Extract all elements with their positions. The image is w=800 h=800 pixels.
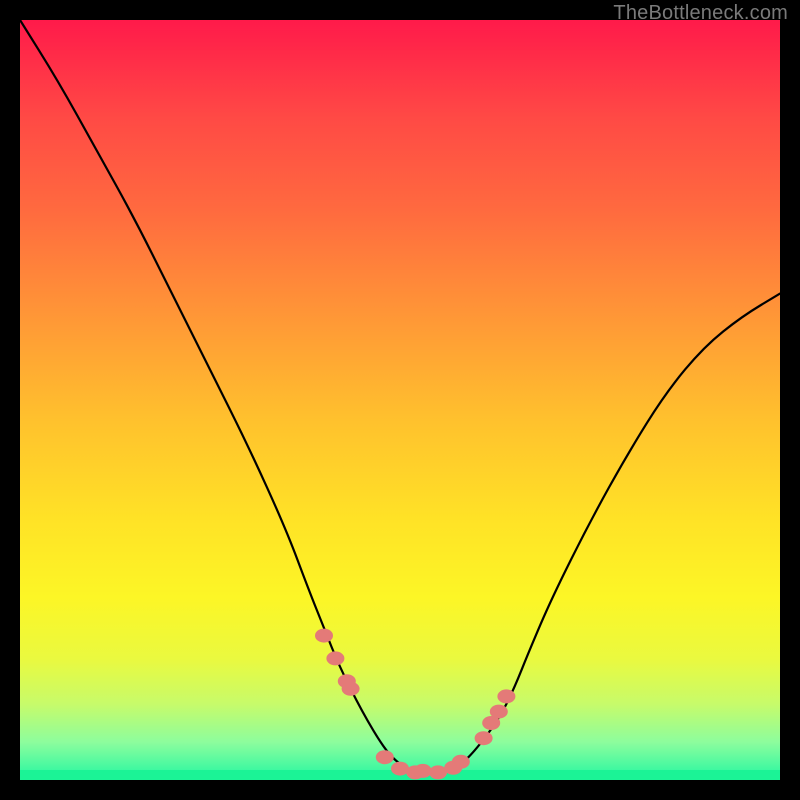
watermark-text: TheBottleneck.com	[613, 2, 788, 25]
chart-marker	[326, 651, 344, 665]
chart-plot-area	[20, 20, 780, 780]
chart-marker	[497, 689, 515, 703]
chart-marker	[414, 764, 432, 778]
bottleneck-curve	[20, 20, 780, 772]
chart-marker	[342, 682, 360, 696]
chart-marker	[391, 762, 409, 776]
chart-marker	[475, 731, 493, 745]
chart-svg	[20, 20, 780, 780]
chart-marker	[376, 750, 394, 764]
chart-markers-group	[315, 629, 515, 780]
chart-frame: TheBottleneck.com	[0, 0, 800, 800]
chart-marker	[315, 629, 333, 643]
chart-marker	[490, 705, 508, 719]
chart-marker	[452, 755, 470, 769]
